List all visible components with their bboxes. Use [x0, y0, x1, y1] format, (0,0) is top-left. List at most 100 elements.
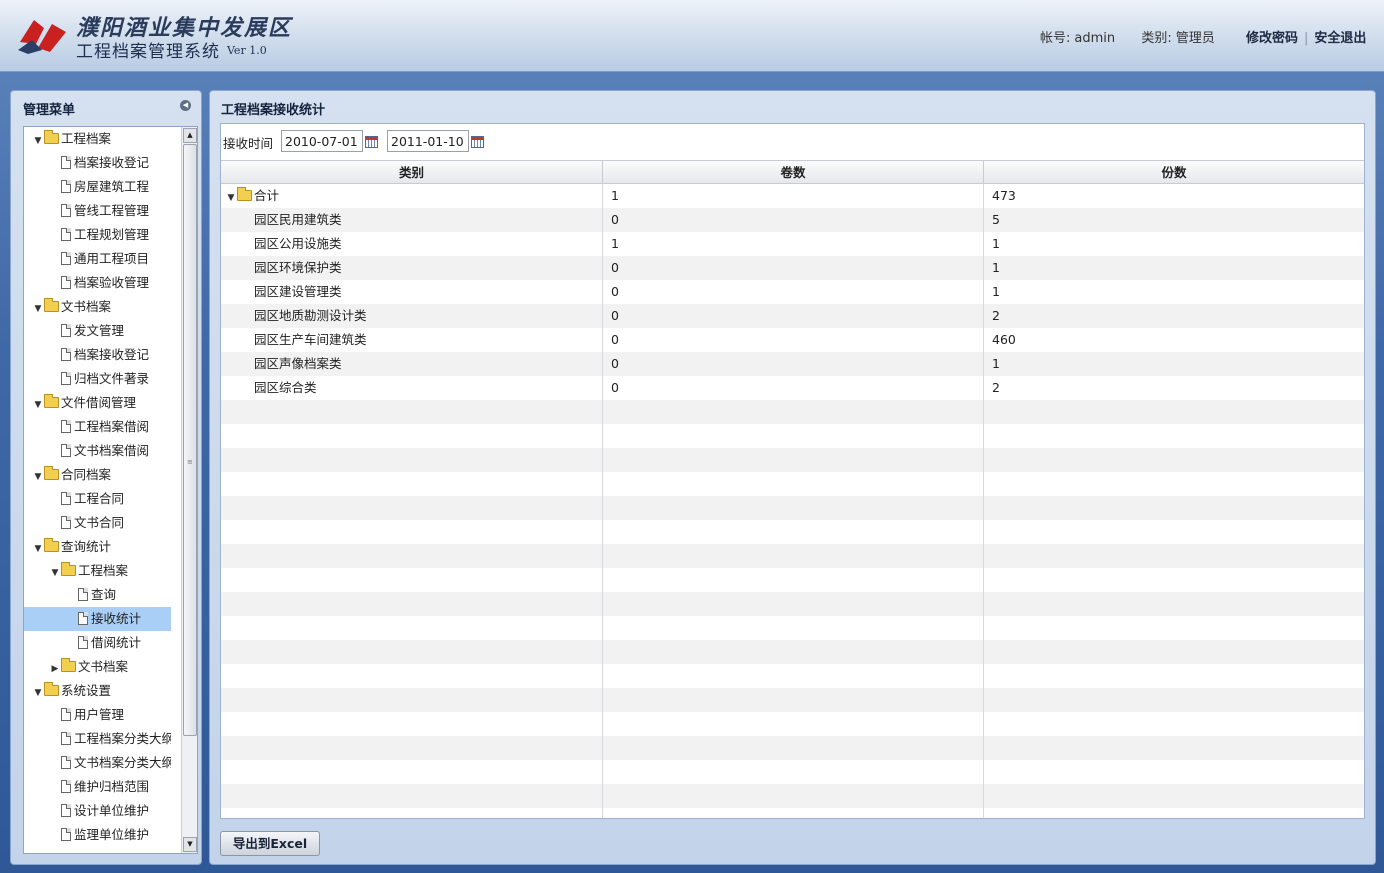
sidebar-item[interactable]: ▼ 工程档案	[24, 127, 171, 151]
expanded-arrow-icon[interactable]: ▼	[32, 681, 44, 703]
table-row[interactable]: 园区综合类 0 2	[221, 376, 1364, 400]
cell-empty	[221, 424, 603, 448]
cell-empty	[984, 400, 1364, 424]
sidebar-item[interactable]: 档案接收登记	[24, 151, 171, 175]
calendar-icon[interactable]	[365, 136, 378, 148]
sidebar-item[interactable]: 发文管理	[24, 319, 171, 343]
cell-empty	[984, 736, 1364, 760]
expanded-arrow-icon[interactable]: ▼	[32, 297, 44, 319]
table-row[interactable]: 园区民用建筑类 0 5	[221, 208, 1364, 232]
export-excel-button[interactable]: 导出到Excel	[220, 831, 320, 856]
logout-link[interactable]: 安全退出	[1314, 31, 1366, 46]
table-header: 类别 卷数 份数	[221, 160, 1364, 184]
expanded-arrow-icon[interactable]: ▼	[225, 186, 237, 210]
sidebar-item[interactable]: 归档文件著录	[24, 367, 171, 391]
column-header-copies[interactable]: 份数	[984, 161, 1364, 184]
filter-bar: 接收时间	[221, 124, 1364, 160]
sidebar-item-label: 工程规划管理	[74, 227, 150, 242]
sidebar-item[interactable]: 工程合同	[24, 487, 171, 511]
table-row-empty	[221, 688, 1364, 712]
sidebar-item[interactable]: 档案接收登记	[24, 343, 171, 367]
sidebar-item[interactable]: ▼ 查询统计	[24, 535, 171, 559]
category-label: 合计	[254, 188, 280, 203]
sidebar-item[interactable]: 设计单位维护	[24, 799, 171, 823]
expanded-arrow-icon[interactable]: ▼	[32, 129, 44, 151]
cell-empty	[984, 616, 1364, 640]
cell-category: 园区生产车间建筑类	[221, 328, 603, 352]
sidebar-item-label: 归档文件著录	[74, 371, 150, 386]
scroll-down-icon[interactable]: ▼	[183, 837, 197, 852]
sidebar-item[interactable]: 文书档案分类大纲	[24, 751, 171, 775]
document-icon	[78, 612, 88, 625]
table-row[interactable]: 园区生产车间建筑类 0 460	[221, 328, 1364, 352]
sidebar-item[interactable]: 查询	[24, 583, 171, 607]
sidebar-item[interactable]: 房屋建筑工程	[24, 175, 171, 199]
change-password-link[interactable]: 修改密码	[1246, 31, 1298, 46]
table-row[interactable]: 园区声像档案类 0 1	[221, 352, 1364, 376]
sidebar-item-label: 工程档案	[61, 131, 112, 146]
sidebar-item-label: 文件借阅管理	[61, 395, 137, 410]
cell-empty	[603, 568, 984, 592]
expanded-arrow-icon[interactable]: ▼	[32, 465, 44, 487]
cell-category: 园区民用建筑类	[221, 208, 603, 232]
folder-icon	[61, 562, 76, 576]
sidebar-item[interactable]: ▶ 文书档案	[24, 655, 171, 679]
sidebar-item[interactable]: ▼ 合同档案	[24, 463, 171, 487]
expanded-arrow-icon[interactable]: ▼	[32, 537, 44, 559]
column-header-category[interactable]: 类别	[221, 161, 603, 184]
cell-empty	[603, 496, 984, 520]
table-row[interactable]: 园区环境保护类 0 1	[221, 256, 1364, 280]
sidebar-item[interactable]: 工程规划管理	[24, 223, 171, 247]
document-icon	[61, 180, 71, 193]
cell-volumes: 1	[603, 184, 984, 208]
sidebar-item[interactable]: 用户管理	[24, 703, 171, 727]
expanded-arrow-icon[interactable]: ▼	[49, 561, 61, 583]
column-header-volumes[interactable]: 卷数	[603, 161, 984, 184]
sidebar-item-label: 监理单位维护	[74, 827, 150, 842]
sidebar-item[interactable]: ▼ 文件借阅管理	[24, 391, 171, 415]
role-label: 类别:	[1141, 31, 1172, 46]
table-row[interactable]: 园区公用设施类 1 1	[221, 232, 1364, 256]
sidebar-item[interactable]: 工程档案分类大纲	[24, 727, 171, 751]
table-row[interactable]: 园区建设管理类 0 1	[221, 280, 1364, 304]
date-to-input[interactable]	[387, 130, 469, 152]
sidebar-item[interactable]: 借阅统计	[24, 631, 171, 655]
calendar-icon[interactable]	[471, 136, 484, 148]
collapse-panel-icon[interactable]: ◀	[180, 100, 191, 111]
sidebar-item[interactable]: 维护归档范围	[24, 775, 171, 799]
cell-empty	[984, 664, 1364, 688]
collapsed-arrow-icon[interactable]: ▶	[49, 657, 61, 679]
sidebar-item[interactable]: ▼ 工程档案	[24, 559, 171, 583]
sidebar-item[interactable]: 档案验收管理	[24, 271, 171, 295]
category-label: 园区环境保护类	[254, 260, 342, 275]
cell-empty	[984, 640, 1364, 664]
date-from-input[interactable]	[281, 130, 363, 152]
tree-items: ▼ 工程档案档案接收登记 房屋建筑工程 管线工程管理工程规划管理通用工程项目档案验收管…	[24, 127, 171, 847]
scroll-up-icon[interactable]: ▲	[183, 128, 197, 143]
cell-empty	[221, 736, 603, 760]
sidebar-item[interactable]: 监理单位维护	[24, 823, 171, 847]
table-row[interactable]: 园区地质勘测设计类 0 2	[221, 304, 1364, 328]
cell-empty	[984, 808, 1364, 818]
sidebar-item[interactable]: 文书合同	[24, 511, 171, 535]
folder-icon	[44, 682, 59, 696]
cell-empty	[984, 472, 1364, 496]
sidebar-item[interactable]: ▼ 系统设置	[24, 679, 171, 703]
folder-icon	[44, 466, 59, 480]
sidebar-item-label: 档案验收管理	[74, 275, 150, 290]
sidebar-item[interactable]: 管线工程管理	[24, 199, 171, 223]
table-row-total[interactable]: ▼ 合计 1 473	[221, 184, 1364, 208]
table-row-empty	[221, 808, 1364, 818]
tree-scrollbar[interactable]: ▲ ≡ ▼	[181, 127, 197, 853]
cell-empty	[603, 448, 984, 472]
sidebar-item-label: 工程合同	[74, 491, 125, 506]
scroll-thumb[interactable]: ≡	[183, 144, 197, 736]
cell-empty	[221, 664, 603, 688]
sidebar-item[interactable]: 文书档案借阅	[24, 439, 171, 463]
sidebar-item[interactable]: 接收统计	[24, 607, 171, 631]
sidebar-item[interactable]: 通用工程项目	[24, 247, 171, 271]
sidebar-item[interactable]: ▼ 文书档案	[24, 295, 171, 319]
expanded-arrow-icon[interactable]: ▼	[32, 393, 44, 415]
sidebar-item[interactable]: 工程档案借阅	[24, 415, 171, 439]
sidebar-item-label: 系统设置	[61, 683, 112, 698]
